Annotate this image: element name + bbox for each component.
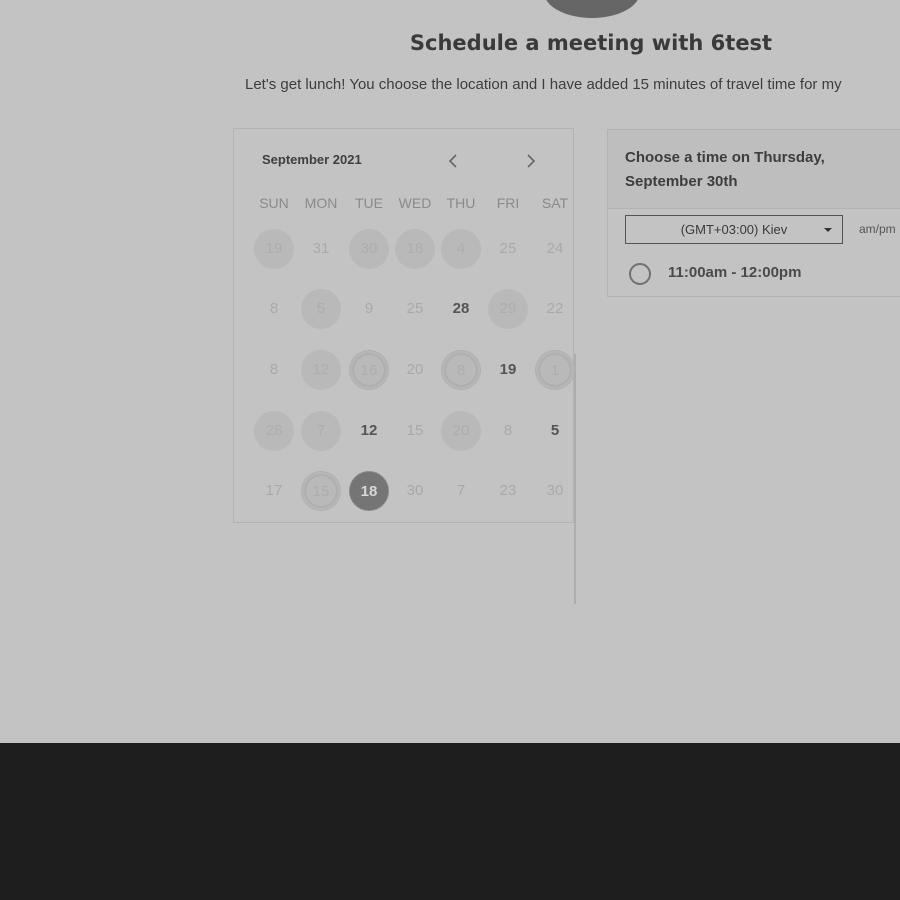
weekday-label: THU — [446, 195, 476, 211]
calendar-day[interactable]: 12 — [301, 350, 341, 390]
weekday-label: WED — [398, 195, 432, 211]
calendar-day: 24 — [546, 240, 564, 257]
page-title: Schedule a meeting with 6test — [409, 31, 773, 55]
calendar-day[interactable]: 7 — [301, 411, 341, 451]
time-slot-label[interactable]: 11:00am - 12:00pm — [668, 264, 801, 281]
calendar-day[interactable]: 30 — [349, 229, 389, 269]
scheduling-page: Schedule a meeting with 6test Let's get … — [0, 0, 900, 743]
avatar — [544, 0, 640, 18]
calendar-day: 23 — [499, 482, 517, 499]
calendar-day: 8 — [269, 300, 279, 317]
calendar-day: 30 — [546, 482, 564, 499]
weekday-label: TUE — [355, 195, 383, 211]
calendar-day: 25 — [499, 240, 517, 257]
calendar-day: 15 — [406, 422, 424, 439]
time-slot-panel: Choose a time on Thursday, September 30t… — [607, 129, 900, 297]
time-panel-header: Choose a time on Thursday, September 30t… — [608, 130, 900, 209]
weekday-label: SUN — [259, 195, 289, 211]
calendar-day[interactable]: 29 — [488, 289, 528, 329]
calendar-day[interactable]: 8 — [441, 350, 481, 390]
calendar-day[interactable]: 12 — [349, 411, 389, 451]
calendar-day: 9 — [364, 300, 374, 317]
calendar-month-label: September 2021 — [262, 152, 362, 167]
calendar-scrollbar[interactable] — [574, 354, 576, 604]
calendar-day: 20 — [406, 361, 424, 378]
calendar-day[interactable]: 5 — [535, 411, 575, 451]
calendar-day[interactable]: 19 — [254, 229, 294, 269]
calendar-day: 30 — [406, 482, 424, 499]
calendar-day[interactable]: 18 — [395, 229, 435, 269]
chevron-left-icon[interactable] — [444, 151, 464, 171]
time-slot-radio[interactable] — [629, 263, 651, 285]
page-description: Let's get lunch! You choose the location… — [245, 76, 842, 93]
calendar-day: 7 — [456, 482, 466, 499]
weekday-label: SAT — [541, 195, 569, 211]
calendar-day: 22 — [546, 300, 564, 317]
calendar-day[interactable]: 19 — [488, 350, 528, 390]
footer-band — [0, 743, 900, 900]
timezone-select[interactable]: (GMT+03:00) Kiev — [625, 215, 843, 244]
calendar-day[interactable]: 15 — [301, 471, 341, 511]
calendar-day: 8 — [503, 422, 513, 439]
calendar-day-selected[interactable]: 18 — [349, 471, 389, 511]
calendar-day[interactable]: 5 — [301, 289, 341, 329]
time-panel-title: Choose a time on Thursday, September 30t… — [625, 149, 825, 190]
calendar-day[interactable]: 28 — [441, 289, 481, 329]
calendar-day[interactable]: 16 — [349, 350, 389, 390]
time-format-toggle[interactable]: am/pm — [859, 222, 896, 236]
timezone-value: (GMT+03:00) Kiev — [680, 222, 788, 237]
calendar-day[interactable]: 4 — [441, 229, 481, 269]
calendar-day: 25 — [406, 300, 424, 317]
calendar-day: 17 — [265, 482, 283, 499]
weekday-label: MON — [304, 195, 338, 211]
chevron-right-icon[interactable] — [520, 151, 540, 171]
calendar-day[interactable]: 28 — [254, 411, 294, 451]
calendar-day: 31 — [312, 240, 330, 257]
caret-down-icon — [824, 228, 832, 232]
calendar-day: 8 — [269, 361, 279, 378]
date-picker-calendar: September 2021 SUN MON TUE WED THU FRI SAT 19 3… — [233, 128, 576, 604]
calendar-day[interactable]: 1 — [535, 350, 575, 390]
calendar-day[interactable]: 20 — [441, 411, 481, 451]
weekday-label: FRI — [496, 195, 520, 211]
